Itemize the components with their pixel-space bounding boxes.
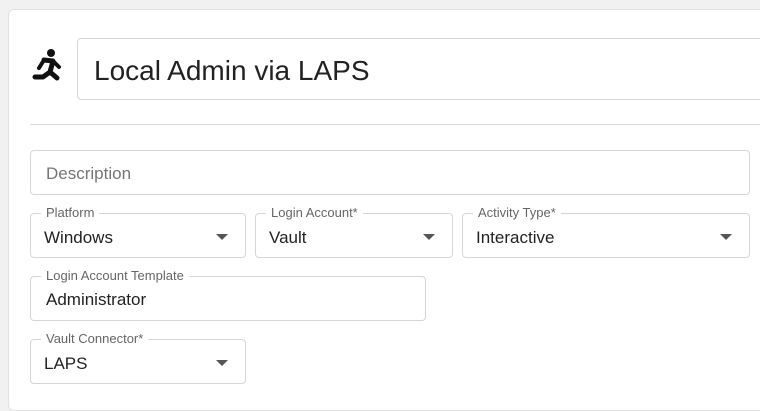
login-account-template-field[interactable]: Login Account Template Administrator <box>30 269 426 321</box>
description-field[interactable]: Description <box>30 150 750 195</box>
divider <box>30 124 760 125</box>
login-account-value: Vault <box>269 228 307 247</box>
login-account-template-label: Login Account Template <box>41 269 189 283</box>
platform-label: Platform <box>41 206 100 220</box>
chevron-down-icon[interactable] <box>216 234 228 240</box>
activity-type-select[interactable]: Activity Type* Interactive <box>462 206 750 258</box>
page-title: Local Admin via LAPS <box>94 55 370 86</box>
platform-select[interactable]: Platform Windows <box>30 206 246 258</box>
login-account-select[interactable]: Login Account* Vault <box>255 206 453 258</box>
running-person-icon <box>32 49 61 81</box>
chevron-down-icon[interactable] <box>423 234 435 240</box>
title-input[interactable]: Local Admin via LAPS <box>77 38 760 100</box>
vault-connector-select[interactable]: Vault Connector* LAPS <box>30 332 246 384</box>
chevron-down-icon[interactable] <box>216 360 228 366</box>
login-account-label: Login Account* <box>266 206 363 220</box>
login-account-template-value: Administrator <box>46 290 147 309</box>
activity-type-value: Interactive <box>476 228 555 247</box>
chevron-down-icon[interactable] <box>720 234 732 240</box>
vault-connector-label: Vault Connector* <box>41 332 149 346</box>
activity-type-label: Activity Type* <box>473 206 561 220</box>
platform-value: Windows <box>44 228 113 247</box>
description-placeholder: Description <box>46 164 132 183</box>
vault-connector-value: LAPS <box>44 354 88 373</box>
